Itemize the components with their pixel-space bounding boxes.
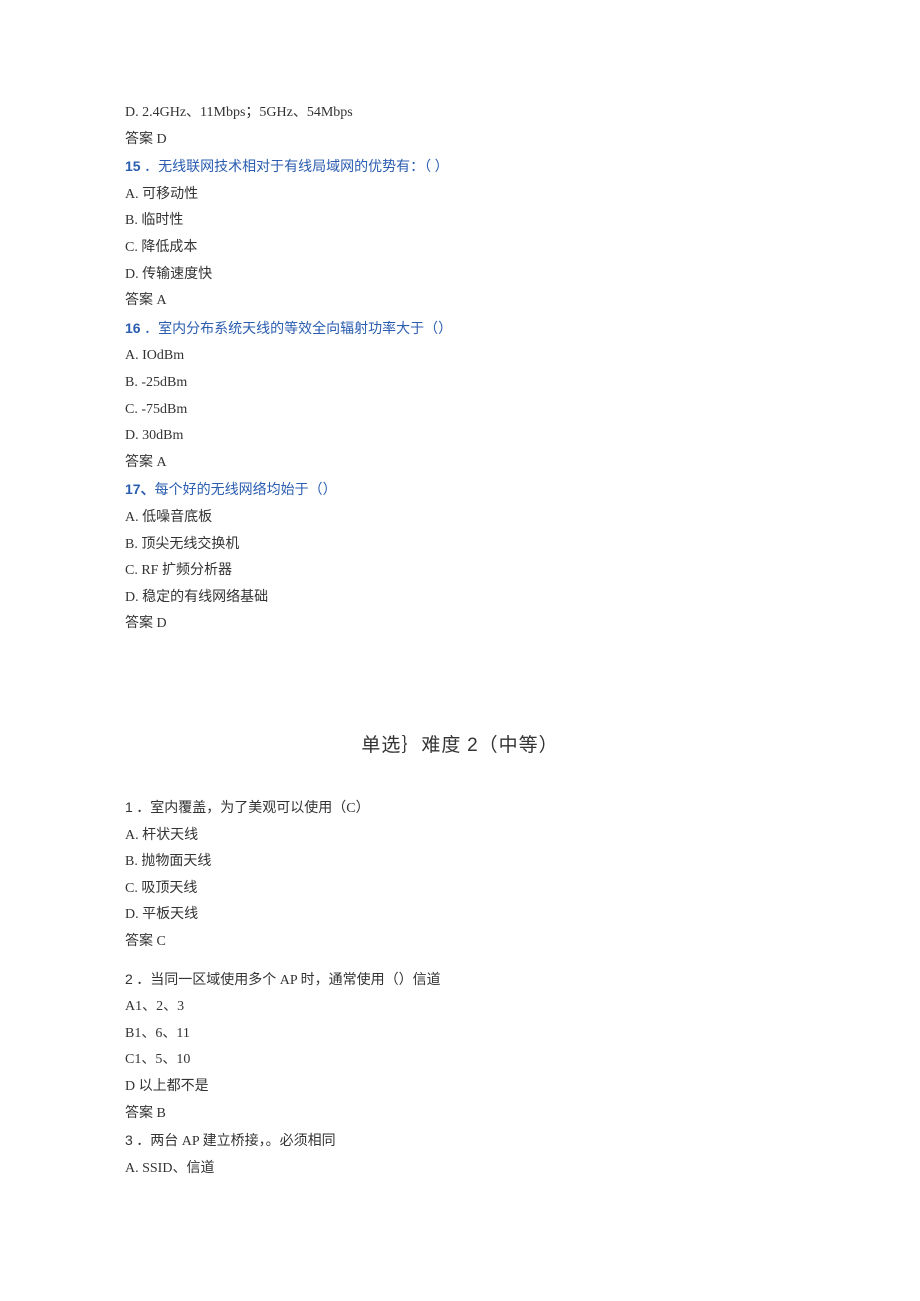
- s2q2-option-c: C1、5、10: [125, 1047, 795, 1074]
- q17-answer: 答案 D: [125, 611, 795, 638]
- s2q3-option-a: A. SSID、信道: [125, 1156, 795, 1183]
- s2q2-option-a: A1、2、3: [125, 994, 795, 1021]
- s2q1-stem: 1 ．室内覆盖，为了美观可以使用（C）: [125, 794, 795, 823]
- q16-stem-text: ．室内分布系统天线的等效全向辐射功率大于（）: [141, 322, 453, 337]
- q16-option-c: C. -75dBm: [125, 397, 795, 424]
- q15-option-b: B. 临时性: [125, 208, 795, 235]
- s2q1-stem-text: ．室内覆盖，为了美观可以使用（C）: [136, 801, 369, 816]
- s2q1-answer: 答案 C: [125, 929, 795, 956]
- s2q2-number: 2: [125, 971, 133, 987]
- q15-stem: 15 ．无线联网技术相对于有线局域网的优势有：（ ）: [125, 153, 795, 182]
- q16-number: 16: [125, 320, 141, 336]
- q17-stem-text: 每个好的无线网络均始于（）: [155, 483, 337, 498]
- q16-stem: 16 ．室内分布系统天线的等效全向辐射功率大于（）: [125, 315, 795, 344]
- q15-option-c: C. 降低成本: [125, 235, 795, 262]
- q16-option-d: D. 30dBm: [125, 423, 795, 450]
- document-page: D. 2.4GHz、11Mbps；5GHz、54Mbps 答案 D 15 ．无线…: [0, 0, 920, 1301]
- q17-number: 17、: [125, 481, 155, 497]
- s2q1-option-c: C. 吸顶天线: [125, 876, 795, 903]
- q16-option-a: A. IOdBm: [125, 343, 795, 370]
- q15-number: 15: [125, 158, 141, 174]
- s2q2-stem-text: ．当同一区域使用多个 AP 时，通常使用（）信道: [136, 973, 440, 988]
- q17-option-c: C. RF 扩频分析器: [125, 558, 795, 585]
- section-title-prefix: 单选｝难度: [361, 735, 467, 756]
- q14-answer: 答案 D: [125, 127, 795, 154]
- s2q1-option-d: D. 平板天线: [125, 902, 795, 929]
- s2q3-number: 3: [125, 1132, 133, 1148]
- q17-option-a: A. 低噪音底板: [125, 505, 795, 532]
- s2q1-option-b: B. 抛物面天线: [125, 849, 795, 876]
- q16-answer: 答案 A: [125, 450, 795, 477]
- s2q1-option-a: A. 杆状天线: [125, 823, 795, 850]
- q17-option-d: D. 稳定的有线网络基础: [125, 585, 795, 612]
- s2q3-stem: 3 ．两台 AP 建立桥接，。必须相同: [125, 1127, 795, 1156]
- q15-answer: 答案 A: [125, 288, 795, 315]
- s2q2-stem: 2 ．当同一区域使用多个 AP 时，通常使用（）信道: [125, 966, 795, 995]
- q17-option-b: B. 顶尖无线交换机: [125, 532, 795, 559]
- q15-option-a: A. 可移动性: [125, 182, 795, 209]
- q15-option-d: D. 传输速度快: [125, 262, 795, 289]
- s2q3-stem-text: ．两台 AP 建立桥接，。必须相同: [136, 1134, 335, 1149]
- section-title-num: 2: [467, 735, 479, 756]
- q16-option-b: B. -25dBm: [125, 370, 795, 397]
- s2q2-option-b: B1、6、11: [125, 1021, 795, 1048]
- s2q2-option-d: D 以上都不是: [125, 1074, 795, 1101]
- q17-stem: 17、每个好的无线网络均始于（）: [125, 476, 795, 505]
- section-title-suffix: （中等）: [479, 735, 559, 756]
- q14-option-d: D. 2.4GHz、11Mbps；5GHz、54Mbps: [125, 100, 795, 127]
- section-2-title: 单选｝难度 2（中等）: [125, 728, 795, 764]
- q15-stem-text: ．无线联网技术相对于有线局域网的优势有：（ ）: [141, 160, 449, 175]
- s2q2-answer: 答案 B: [125, 1101, 795, 1128]
- s2q1-number: 1: [125, 799, 133, 815]
